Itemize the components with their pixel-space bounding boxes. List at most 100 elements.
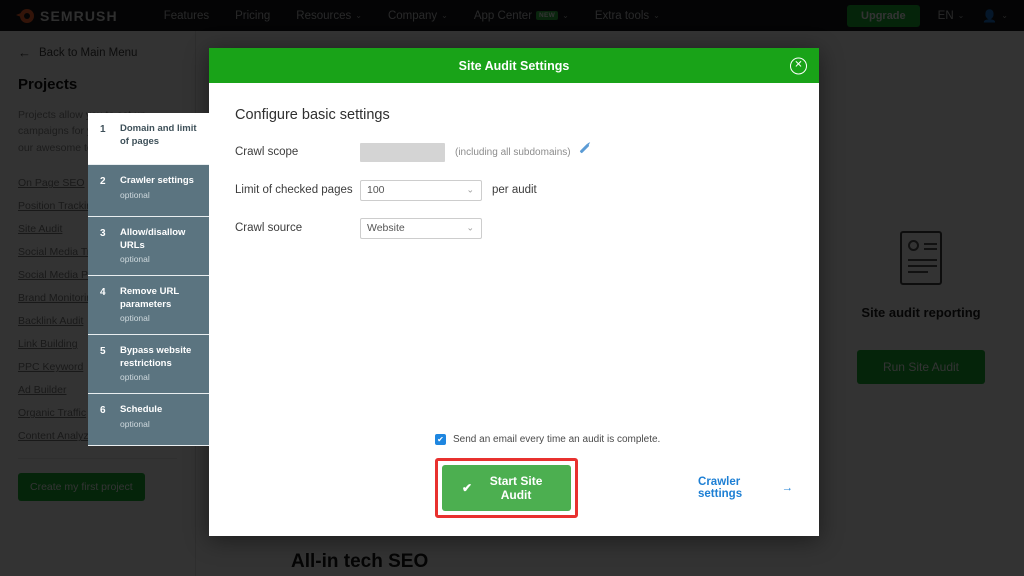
chevron-down-icon: ⌄ xyxy=(1001,11,1008,20)
language-selector[interactable]: EN ⌄ xyxy=(938,10,965,22)
nav-item-label: Resources xyxy=(296,9,352,22)
step-schedule[interactable]: 6 Schedule optional xyxy=(88,394,209,447)
start-site-audit-button[interactable]: ✔ Start Site Audit xyxy=(442,465,572,511)
nav-item-label: Extra tools xyxy=(594,9,650,22)
crawl-scope-row: Crawl scope (including all subdomains) xyxy=(235,141,819,163)
nav-item-extra-tools[interactable]: Extra tools ⌄ xyxy=(595,10,660,22)
back-link-label: Back to Main Menu xyxy=(39,46,138,59)
step-crawler-settings[interactable]: 2 Crawler settings optional xyxy=(88,165,209,217)
email-notification-label: Send an email every time an audit is com… xyxy=(453,434,661,445)
pencil-edit-icon[interactable] xyxy=(578,143,591,159)
sidebar-item-label: Organic Traffic xyxy=(18,407,87,420)
sidebar-item-label: PPC Keyword xyxy=(18,361,84,374)
nav-item-label: App Center xyxy=(473,9,533,22)
chevron-down-icon: ⌄ xyxy=(653,11,660,20)
nav-item-company[interactable]: Company ⌄ xyxy=(388,10,448,22)
nav-item-label: Features xyxy=(163,9,210,22)
nav-item-pricing[interactable]: Pricing xyxy=(235,10,270,22)
nav-item-resources[interactable]: Resources ⌄ xyxy=(296,10,362,22)
user-menu[interactable]: 👤 ⌄ xyxy=(982,9,1008,23)
step-label: Schedule xyxy=(120,404,163,416)
close-circle-icon[interactable]: ✕ xyxy=(790,57,807,74)
user-avatar-icon: 👤 xyxy=(982,8,998,23)
crawl-scope-hint: (including all subdomains) xyxy=(455,146,571,158)
crawl-scope-input[interactable] xyxy=(360,142,445,162)
email-notification-row: ✔ Send an email every time an audit is c… xyxy=(235,434,793,445)
step-label: Remove URL parameters xyxy=(120,286,179,310)
sidebar-item-label: Ad Builder xyxy=(18,384,67,397)
crawl-source-label: Crawl source xyxy=(235,222,303,234)
step-number: 5 xyxy=(100,346,106,358)
chevron-down-icon: ⌄ xyxy=(466,184,474,195)
upgrade-button[interactable]: Upgrade xyxy=(847,4,920,27)
modal-body: 1 Domain and limit of pages 2 Crawler se… xyxy=(88,83,819,536)
sidebar-divider xyxy=(18,457,177,459)
step-bypass-website-restrictions[interactable]: 5 Bypass website restrictions optional xyxy=(88,335,209,395)
step-remove-url-parameters[interactable]: 4 Remove URL parameters optional xyxy=(88,276,209,336)
sidebar-item-label: Link Building xyxy=(18,338,78,351)
step-label: Allow/disallow URLs xyxy=(120,227,186,251)
sidebar-item-label: Content Analyzer xyxy=(18,430,98,443)
top-navbar: SEMRUSH Features Pricing Resources ⌄ Com… xyxy=(0,0,1024,31)
language-label: EN xyxy=(937,9,954,22)
crawl-source-row: Crawl source Website ⌄ xyxy=(235,217,819,239)
step-number: 1 xyxy=(100,124,106,135)
step-optional-tag: optional xyxy=(120,313,150,324)
step-optional-tag: optional xyxy=(120,254,150,265)
check-glyph: ✔ xyxy=(437,434,444,444)
sidebar-item-label: On Page SEO xyxy=(18,177,85,190)
check-icon: ✔ xyxy=(462,481,473,495)
back-to-main-menu-link[interactable]: ← Back to Main Menu xyxy=(0,45,195,60)
navbar-right: Upgrade EN ⌄ 👤 ⌄ xyxy=(847,4,1008,27)
nav-item-features[interactable]: Features xyxy=(164,10,209,22)
step-domain-and-limit-of-pages[interactable]: 1 Domain and limit of pages xyxy=(88,113,209,165)
step-allow-disallow-urls[interactable]: 3 Allow/disallow URLs optional xyxy=(88,217,209,277)
limit-of-pages-select[interactable]: 100 ⌄ xyxy=(360,179,482,201)
step-number: 2 xyxy=(100,176,106,187)
form-heading: Configure basic settings xyxy=(235,107,390,123)
run-site-audit-button[interactable]: Run Site Audit xyxy=(856,350,986,384)
modal-header: Site Audit Settings ✕ xyxy=(209,48,819,83)
app-root: ← Back to Main Menu Projects Projects al… xyxy=(0,0,1024,576)
start-button-highlight: ✔ Start Site Audit xyxy=(435,458,579,518)
arrow-left-icon: ← xyxy=(18,45,31,60)
limit-suffix-label: per audit xyxy=(492,184,537,196)
modal-footer: ✔ Send an email every time an audit is c… xyxy=(209,434,819,536)
sidebar-item-label: Position Tracking xyxy=(18,200,98,213)
limit-of-pages-row: Limit of checked pages 100 ⌄ per audit xyxy=(235,179,819,201)
nav-item-label: Pricing xyxy=(235,9,271,22)
crawler-settings-label: Crawler settings xyxy=(698,476,743,500)
limit-of-pages-label: Limit of checked pages xyxy=(235,184,353,196)
page-title: Projects xyxy=(18,76,78,93)
sidebar-item-label: Brand Monitoring xyxy=(18,292,98,305)
nav-item-app-center[interactable]: App Center NEW ⌄ xyxy=(474,10,569,22)
logo-text: SEMRUSH xyxy=(40,7,118,24)
step-number: 6 xyxy=(100,405,106,417)
crawl-source-value: Website xyxy=(367,222,405,234)
nav-links: Features Pricing Resources ⌄ Company ⌄ A… xyxy=(164,10,660,22)
chevron-down-icon: ⌄ xyxy=(562,11,569,20)
nav-item-label: Company xyxy=(387,9,438,22)
sidebar-item-label: Backlink Audit xyxy=(18,315,84,328)
arrow-right-icon: → xyxy=(781,482,794,494)
semrush-comet-icon xyxy=(16,8,34,24)
chevron-down-icon: ⌄ xyxy=(441,11,448,20)
chevron-down-icon: ⌄ xyxy=(466,222,474,233)
modal-title: Site Audit Settings xyxy=(458,58,570,73)
sidebar-item-label: Site Audit xyxy=(18,223,63,236)
settings-form: Configure basic settings Crawl scope (in… xyxy=(209,83,819,239)
report-document-icon xyxy=(900,231,942,285)
create-first-project-button[interactable]: Create my first project xyxy=(18,472,145,501)
bottom-section-heading: All-in tech SEO xyxy=(291,551,429,572)
step-label: Domain and limit of pages xyxy=(120,123,197,147)
settings-steps-rail: 1 Domain and limit of pages 2 Crawler se… xyxy=(88,113,209,447)
email-notification-checkbox[interactable]: ✔ xyxy=(435,434,446,445)
semrush-logo[interactable]: SEMRUSH xyxy=(16,7,118,24)
step-label: Crawler settings xyxy=(120,175,194,186)
chevron-down-icon: ⌄ xyxy=(957,11,965,20)
crawler-settings-link[interactable]: Crawler settings → xyxy=(698,476,793,500)
crawl-source-select[interactable]: Website ⌄ xyxy=(360,217,482,239)
step-number: 4 xyxy=(100,287,106,299)
step-optional-tag: optional xyxy=(120,189,150,200)
step-number: 3 xyxy=(100,228,106,239)
